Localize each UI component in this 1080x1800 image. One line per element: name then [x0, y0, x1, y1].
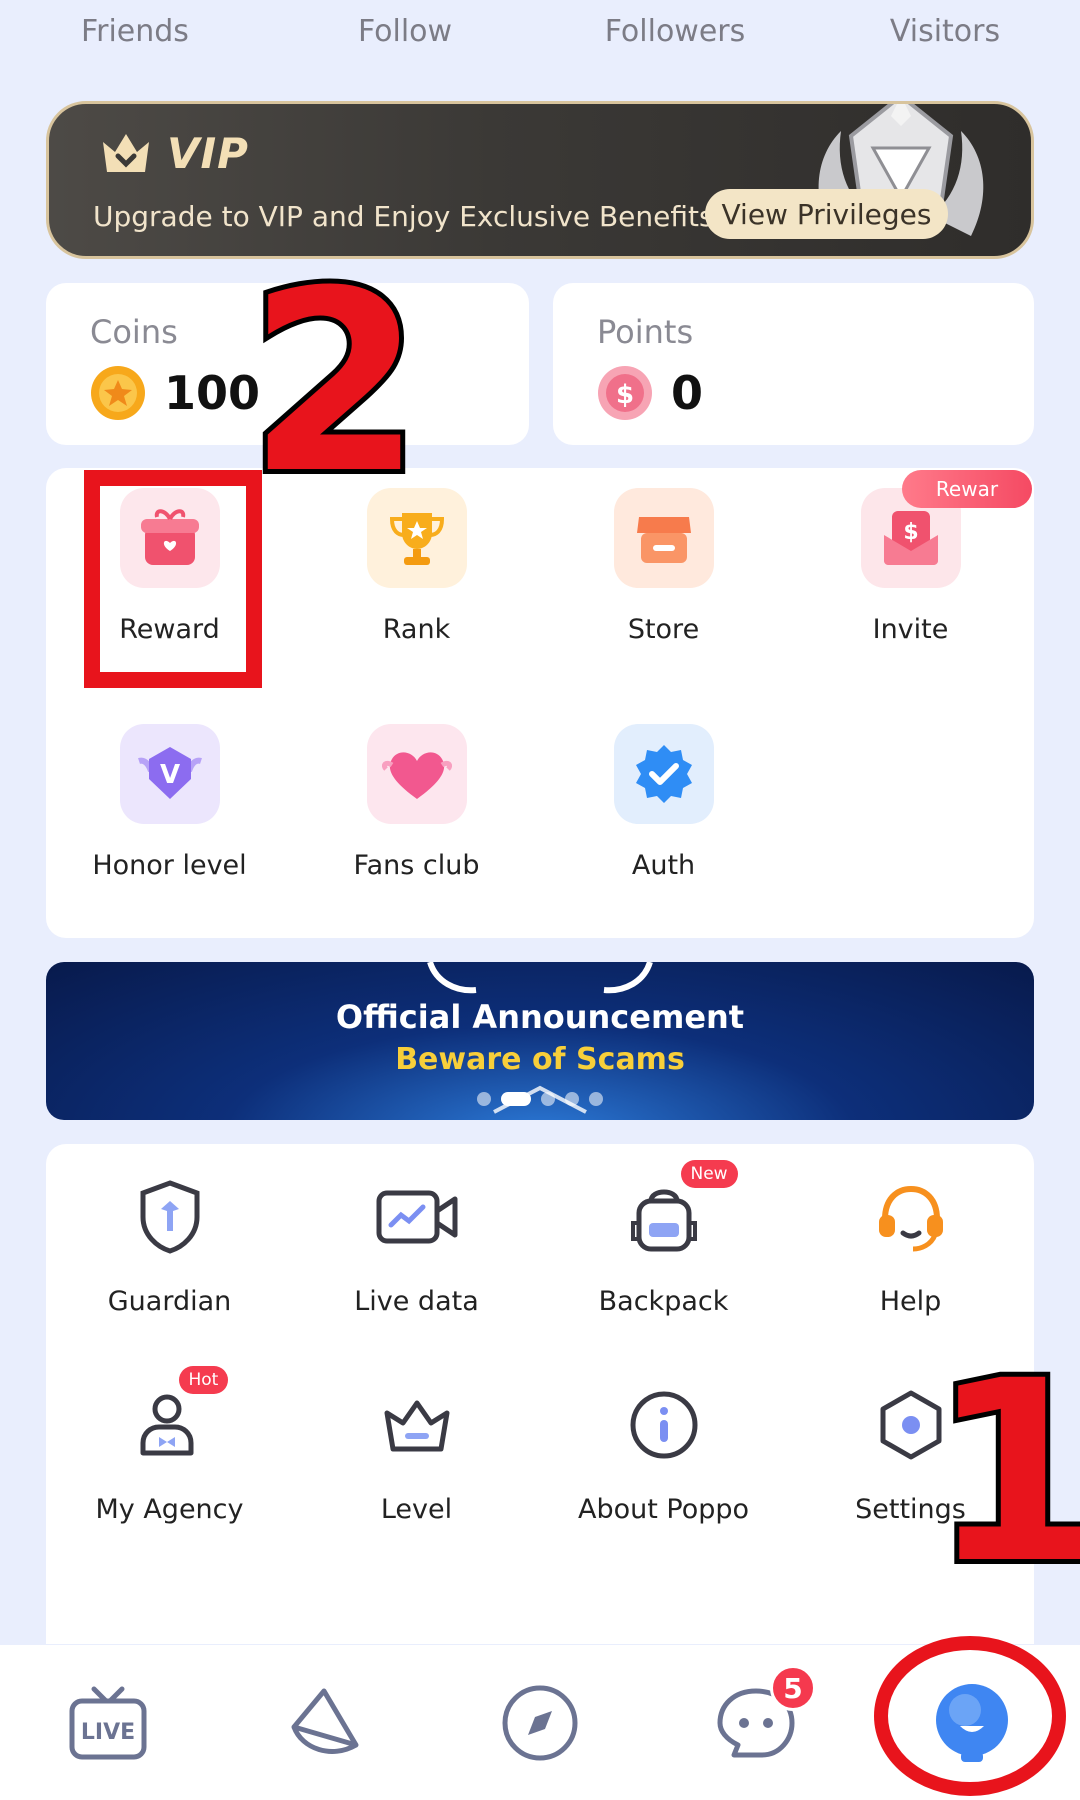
feature-honor-level-label: Honor level [92, 850, 247, 881]
feature-invite-label: Invite [872, 614, 949, 645]
live-data-camera-icon [372, 1172, 462, 1262]
banner-dot[interactable] [565, 1092, 579, 1106]
feature-store-label: Store [627, 614, 700, 645]
agency-hot-badge: Hot [178, 1366, 229, 1394]
svg-text:$: $ [616, 380, 634, 410]
tool-guardian-label: Guardian [107, 1286, 232, 1317]
tab-friends[interactable]: Friends [0, 0, 270, 70]
backpack-icon: New [619, 1160, 738, 1262]
coins-value: 100 [164, 366, 261, 420]
announcement-banner[interactable]: Official Announcement Beware of Scams [46, 962, 1034, 1120]
nav-messages[interactable]: 5 [648, 1645, 864, 1800]
feature-rank-label: Rank [382, 614, 451, 645]
tab-followers[interactable]: Followers [540, 0, 810, 70]
feature-fans-club[interactable]: Fans club [293, 724, 540, 881]
messages-count-badge: 5 [770, 1665, 816, 1711]
tool-help-label: Help [879, 1286, 942, 1317]
view-privileges-button[interactable]: View Privileges [705, 189, 948, 239]
nav-discover[interactable] [432, 1645, 648, 1800]
annotation-step-1: 1 [925, 1327, 1080, 1618]
vip-crown-icon [103, 134, 149, 172]
tool-live-data-label: Live data [354, 1286, 479, 1317]
tool-level-label: Level [380, 1494, 453, 1525]
tool-level[interactable]: Level [293, 1380, 540, 1525]
nav-live-label: LIVE [81, 1720, 135, 1745]
tool-about-poppo[interactable]: About Poppo [540, 1380, 787, 1525]
tool-live-data[interactable]: Live data [293, 1172, 540, 1317]
svg-text:V: V [159, 760, 179, 790]
feature-honor-level[interactable]: V Honor level [46, 724, 293, 881]
svg-text:$: $ [903, 520, 918, 545]
party-horn-icon [291, 1688, 359, 1754]
tool-backpack-label: Backpack [598, 1286, 729, 1317]
banner-title: Official Announcement [335, 998, 745, 1036]
vip-card[interactable]: VIP Upgrade to VIP and Enjoy Exclusive B… [46, 101, 1034, 259]
honor-shield-icon: V [119, 724, 220, 824]
vip-title-text: VIP [167, 128, 249, 178]
annotation-step-2: 2 [243, 237, 427, 528]
points-value: 0 [671, 366, 704, 420]
tool-help[interactable]: Help [787, 1172, 1034, 1317]
tool-my-agency-label: My Agency [95, 1494, 244, 1525]
feature-auth-label: Auth [631, 850, 696, 881]
points-dollar-icon: $ [598, 366, 652, 420]
vip-subtitle: Upgrade to VIP and Enjoy Exclusive Benef… [93, 200, 714, 233]
vip-title: VIP [99, 128, 249, 178]
banner-dot[interactable] [541, 1092, 555, 1106]
coins-label: Coins [90, 313, 178, 351]
tool-guardian[interactable]: Guardian [46, 1172, 293, 1317]
nav-live[interactable]: LIVE [0, 1645, 216, 1800]
top-tabs: Friends Follow Followers Visitors [0, 0, 1080, 70]
annotation-highlight-circle [874, 1636, 1066, 1796]
headset-icon [866, 1172, 956, 1262]
annotation-highlight-box [84, 470, 262, 688]
banner-dot[interactable] [477, 1092, 491, 1106]
nav-party[interactable] [216, 1645, 432, 1800]
tool-about-poppo-label: About Poppo [577, 1494, 750, 1525]
compass-icon [502, 1685, 578, 1760]
feature-auth[interactable]: Auth [540, 724, 787, 881]
points-card[interactable]: Points $ 0 [553, 283, 1034, 445]
tools-card: Guardian Live data New Backpack Help Hot… [46, 1144, 1034, 1644]
banner-dot-active[interactable] [501, 1092, 531, 1106]
feature-fans-club-label: Fans club [353, 850, 480, 881]
verified-badge-icon [613, 724, 714, 824]
tool-backpack[interactable]: New Backpack [540, 1160, 787, 1317]
crown-icon [372, 1380, 462, 1470]
feature-store[interactable]: Store [540, 488, 787, 645]
guardian-shield-icon [125, 1172, 215, 1262]
feature-invite[interactable]: $ Invite [787, 488, 1034, 645]
store-icon [613, 488, 714, 588]
points-label: Points [597, 313, 694, 351]
invite-reward-badge: Rewar [902, 470, 1032, 508]
info-icon [619, 1380, 709, 1470]
tab-visitors[interactable]: Visitors [810, 0, 1080, 70]
banner-dot[interactable] [589, 1092, 603, 1106]
coin-icon [91, 366, 145, 420]
tool-my-agency[interactable]: Hot My Agency [46, 1366, 293, 1525]
backpack-new-badge: New [680, 1160, 738, 1188]
agency-person-icon: Hot [125, 1366, 229, 1470]
tab-follow[interactable]: Follow [270, 0, 540, 70]
banner-pagination [46, 1092, 1034, 1106]
banner-subtitle: Beware of Scams [395, 1042, 685, 1077]
live-tv-icon: LIVE [69, 1686, 147, 1759]
heart-icon [366, 724, 467, 824]
